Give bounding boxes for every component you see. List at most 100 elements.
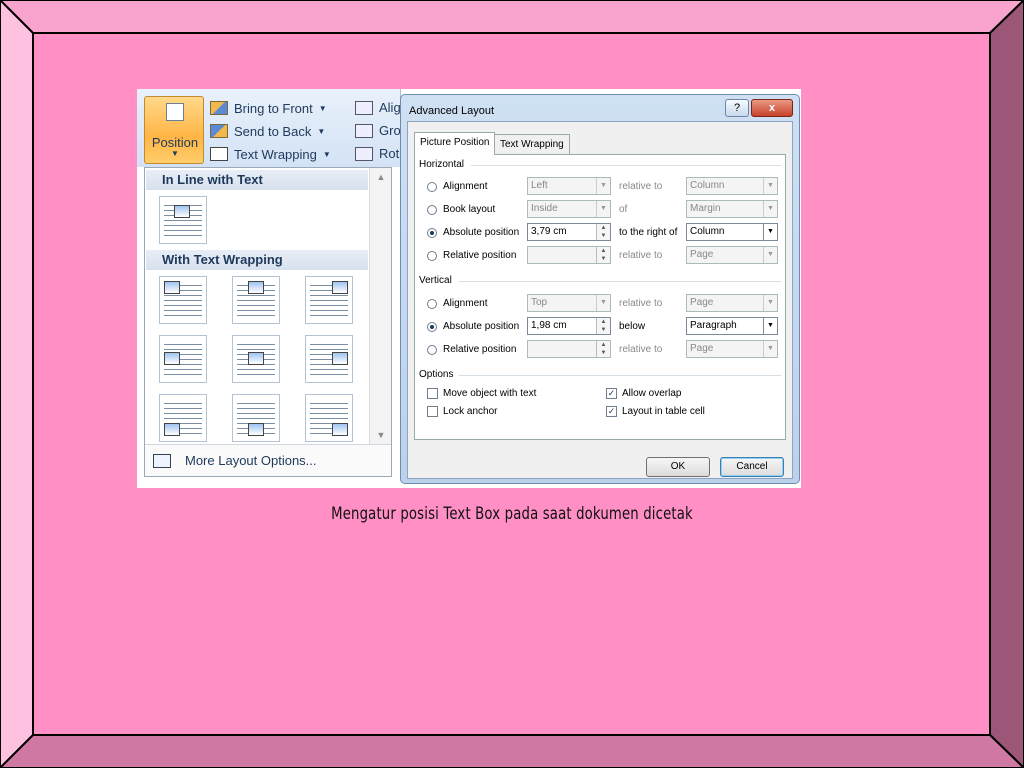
position-top-left-thumb[interactable] bbox=[159, 276, 207, 324]
v-absolute-position-radio[interactable] bbox=[427, 322, 437, 332]
spinner-arrows-icon[interactable]: ▲ ▼ bbox=[596, 247, 610, 263]
v-relative-position-input[interactable]: ▲ ▼ bbox=[527, 340, 611, 358]
h-absolute-position-target-select[interactable]: Column ▼ bbox=[686, 223, 778, 241]
text-line bbox=[164, 369, 202, 370]
text-line bbox=[310, 418, 348, 419]
lock-anchor-checkbox[interactable] bbox=[427, 406, 438, 417]
group-icon bbox=[355, 123, 373, 138]
text-line bbox=[310, 408, 348, 409]
h-alignment-select[interactable]: Left ▼ bbox=[527, 177, 611, 195]
book-layout-select[interactable]: Inside ▼ bbox=[527, 200, 611, 218]
close-button[interactable]: x bbox=[751, 99, 793, 117]
text-line bbox=[164, 349, 202, 350]
position-middle-center-thumb[interactable] bbox=[232, 335, 280, 383]
v-absolute-position-target-select[interactable]: Paragraph ▼ bbox=[686, 317, 778, 335]
h-absolute-position-input[interactable]: 3,79 cm ▲ ▼ bbox=[527, 223, 611, 241]
rotate-icon bbox=[355, 146, 373, 161]
text-line bbox=[237, 349, 275, 350]
position-bottom-right-thumb[interactable] bbox=[305, 394, 353, 442]
gallery-scrollbar[interactable]: ▲ ▼ bbox=[369, 168, 391, 444]
h-relative-position-label: Relative position bbox=[443, 250, 517, 261]
spinner-arrows-icon[interactable]: ▲ ▼ bbox=[596, 224, 610, 240]
position-bottom-left-thumb[interactable] bbox=[159, 394, 207, 442]
h-alignment-radio[interactable] bbox=[427, 182, 437, 192]
position-top-right-thumb[interactable] bbox=[305, 276, 353, 324]
position-button[interactable]: Position ▼ bbox=[144, 96, 204, 164]
inline-with-text-header: In Line with Text bbox=[146, 170, 368, 190]
picture-icon bbox=[332, 352, 348, 365]
text-line bbox=[310, 344, 348, 345]
chevron-down-icon: ▼ bbox=[763, 178, 777, 194]
h-absolute-position-radio[interactable] bbox=[427, 228, 437, 238]
spinner-arrows-icon[interactable]: ▲ ▼ bbox=[596, 341, 610, 357]
text-line bbox=[310, 300, 348, 301]
dialog-title: Advanced Layout bbox=[409, 105, 495, 117]
move-object-checkbox[interactable] bbox=[427, 388, 438, 399]
layout-in-table-checkbox[interactable]: ✓ bbox=[606, 406, 617, 417]
text-line bbox=[164, 418, 202, 419]
h-relative-position-input[interactable]: ▲ ▼ bbox=[527, 246, 611, 264]
rotate-button[interactable]: Rot bbox=[355, 146, 399, 161]
position-gallery: In Line with Text With Text Wrapping ▲ ▼… bbox=[144, 167, 392, 477]
text-line bbox=[164, 225, 202, 226]
h-relative-position-target-select[interactable]: Page ▼ bbox=[686, 246, 778, 264]
align-icon bbox=[355, 100, 373, 115]
picture-icon bbox=[332, 423, 348, 436]
h-absolute-position-target-value: Column bbox=[690, 226, 725, 237]
position-middle-right-thumb[interactable] bbox=[305, 335, 353, 383]
group-button[interactable]: Gro bbox=[355, 123, 401, 138]
send-to-back-button[interactable]: Send to Back ▼ bbox=[210, 121, 325, 141]
dialog-body: Picture Position Text Wrapping Horizonta… bbox=[407, 121, 793, 479]
position-top-center-thumb[interactable] bbox=[232, 276, 280, 324]
text-line bbox=[164, 374, 202, 375]
h-alignment-value: Left bbox=[531, 180, 548, 191]
text-line bbox=[164, 295, 202, 296]
text-line bbox=[237, 413, 275, 414]
v-alignment-select[interactable]: Top ▼ bbox=[527, 294, 611, 312]
more-layout-options-item[interactable]: More Layout Options... bbox=[145, 444, 391, 476]
ribbon-arrange-group: Position ▼ Bring to Front ▼ Send to Back… bbox=[137, 89, 401, 167]
v-relative-position-target-value: Page bbox=[690, 343, 714, 354]
text-wrapping-button[interactable]: Text Wrapping ▼ bbox=[210, 144, 331, 164]
help-button[interactable]: ? bbox=[725, 99, 749, 117]
chevron-down-icon: ▼ bbox=[596, 201, 610, 217]
move-object-label: Move object with text bbox=[443, 388, 537, 399]
bring-to-front-button[interactable]: Bring to Front ▼ bbox=[210, 98, 327, 118]
text-line bbox=[237, 300, 275, 301]
scroll-up-icon[interactable]: ▲ bbox=[370, 172, 392, 182]
text-line bbox=[164, 230, 202, 231]
h-alignment-target-select[interactable]: Column ▼ bbox=[686, 177, 778, 195]
chevron-down-icon: ▼ bbox=[763, 201, 777, 217]
text-line bbox=[237, 369, 275, 370]
send-to-back-label: Send to Back bbox=[234, 123, 312, 139]
v-absolute-position-target-value: Paragraph bbox=[690, 320, 737, 331]
allow-overlap-checkbox[interactable]: ✓ bbox=[606, 388, 617, 399]
inline-position-thumb[interactable] bbox=[159, 196, 207, 244]
v-alignment-target-select[interactable]: Page ▼ bbox=[686, 294, 778, 312]
book-layout-target-select[interactable]: Margin ▼ bbox=[686, 200, 778, 218]
book-layout-target-value: Margin bbox=[690, 203, 721, 214]
align-button[interactable]: Alig bbox=[355, 100, 401, 115]
cancel-button[interactable]: Cancel bbox=[720, 457, 784, 477]
horizontal-group-label: Horizontal bbox=[419, 159, 465, 170]
tab-picture-position[interactable]: Picture Position bbox=[414, 132, 496, 155]
position-bottom-center-thumb[interactable] bbox=[232, 394, 280, 442]
picture-icon bbox=[248, 352, 264, 365]
slide-caption: Mengatur posisi Text Box pada saat dokum… bbox=[331, 504, 693, 524]
v-alignment-radio[interactable] bbox=[427, 299, 437, 309]
text-line bbox=[237, 374, 275, 375]
v-absolute-position-input[interactable]: 1,98 cm ▲ ▼ bbox=[527, 317, 611, 335]
scroll-down-icon[interactable]: ▼ bbox=[370, 430, 392, 440]
h-relative-position-radio[interactable] bbox=[427, 251, 437, 261]
chevron-down-icon: ▼ bbox=[318, 103, 327, 113]
position-middle-left-thumb[interactable] bbox=[159, 335, 207, 383]
spinner-arrows-icon[interactable]: ▲ ▼ bbox=[596, 318, 610, 334]
book-layout-radio[interactable] bbox=[427, 205, 437, 215]
ok-button[interactable]: OK bbox=[646, 457, 710, 477]
v-relative-position-radio[interactable] bbox=[427, 345, 437, 355]
tab-text-wrapping[interactable]: Text Wrapping bbox=[494, 134, 570, 154]
v-relative-position-target-select[interactable]: Page ▼ bbox=[686, 340, 778, 358]
send-to-back-icon bbox=[210, 124, 228, 138]
allow-overlap-label: Allow overlap bbox=[622, 388, 682, 399]
picture-icon bbox=[174, 205, 190, 218]
